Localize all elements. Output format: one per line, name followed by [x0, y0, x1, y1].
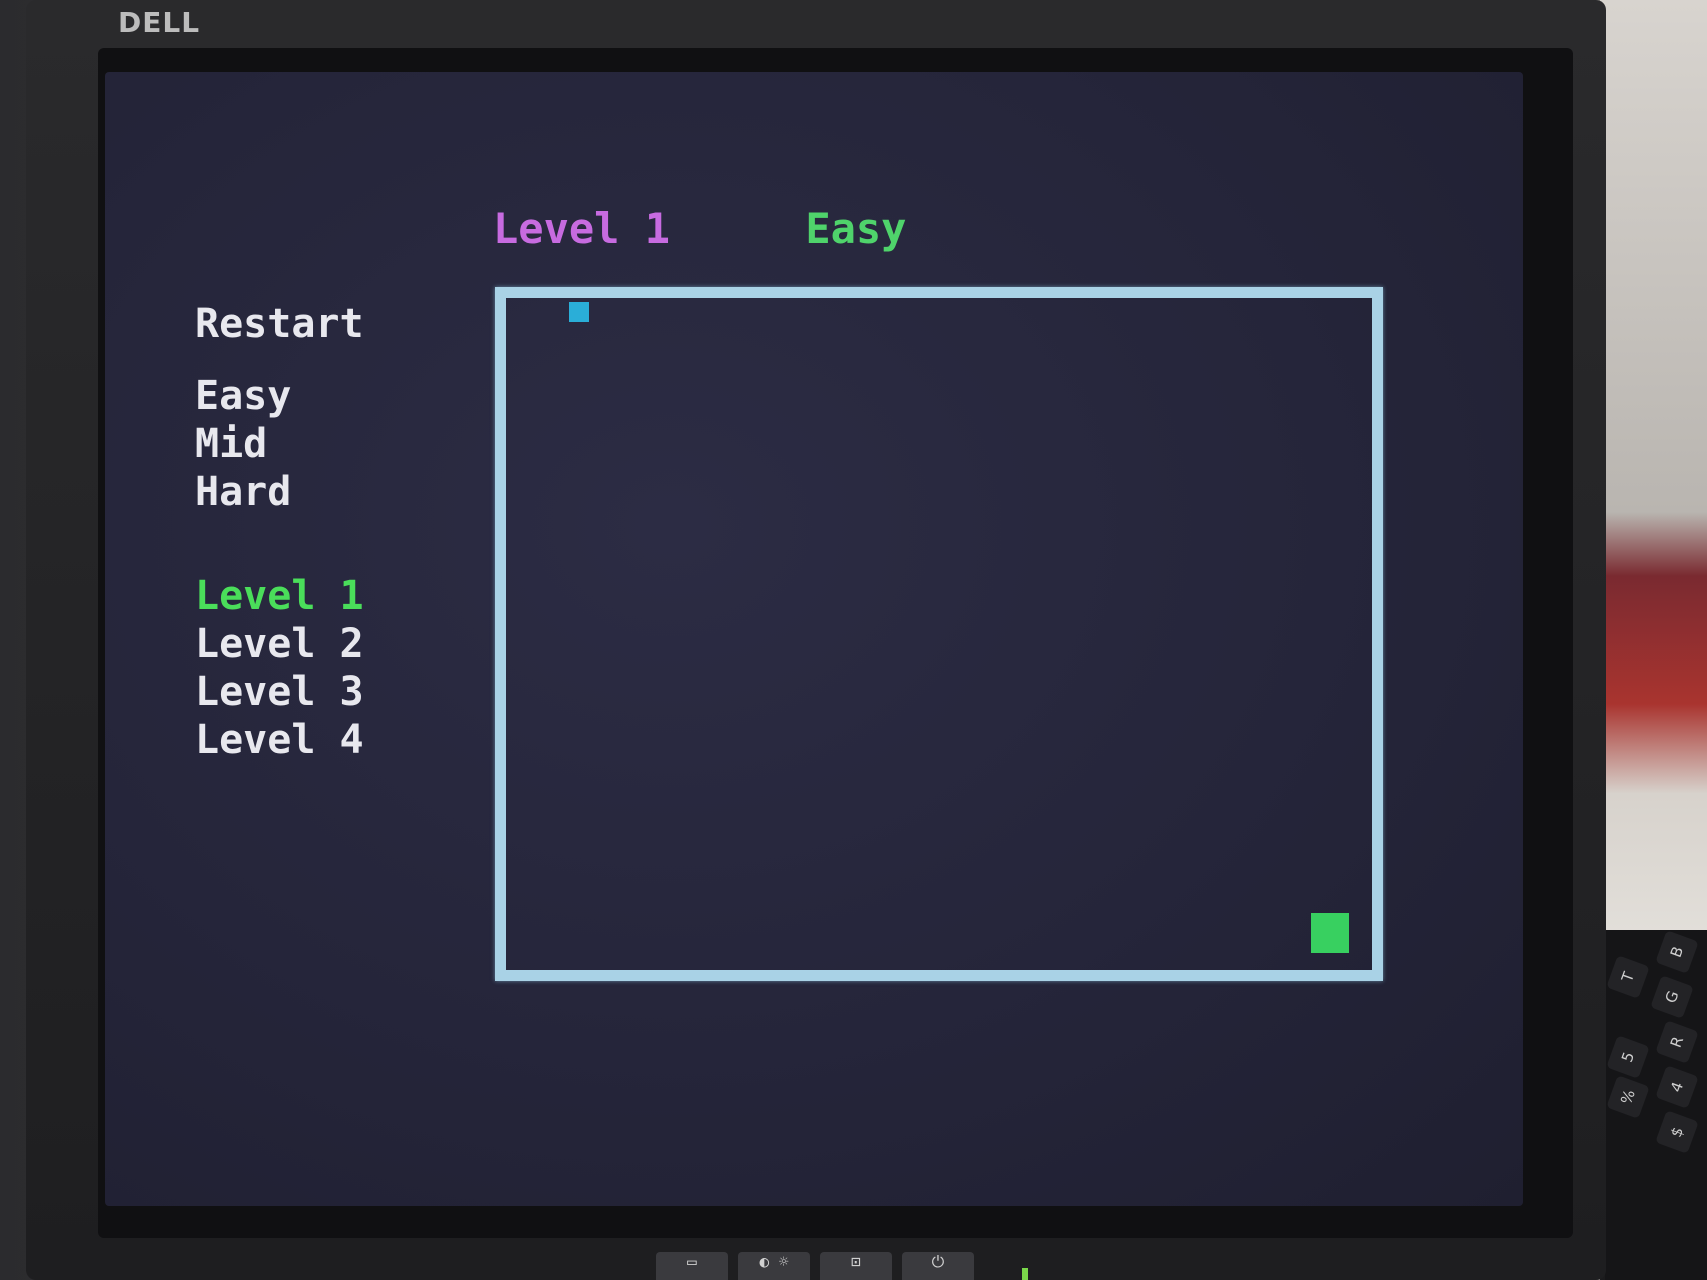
game-menu: Restart Easy Mid Hard Level 1 Level 2 Le… — [195, 300, 364, 764]
restart-button[interactable]: Restart — [195, 300, 364, 348]
level-3-button[interactable]: Level 3 — [195, 668, 364, 716]
contrast-icon[interactable]: ◐ ☼ — [738, 1252, 810, 1280]
keyboard-key: 5 — [1606, 1035, 1650, 1079]
level-2-button[interactable]: Level 2 — [195, 620, 364, 668]
monitor-control-buttons: ▭ ◐ ☼ ⊡ ⏻ — [656, 1252, 986, 1280]
input-source-icon[interactable]: ⊡ — [820, 1252, 892, 1280]
monitor-brand-logo: DELL — [118, 6, 201, 39]
menu-spacer — [195, 516, 364, 572]
menu-icon[interactable]: ▭ — [656, 1252, 728, 1280]
menu-spacer — [195, 348, 364, 372]
keyboard-key: G — [1650, 975, 1694, 1019]
power-led — [1022, 1268, 1028, 1280]
game-hud: Level 1 Easy — [493, 204, 906, 253]
player-square — [569, 302, 589, 322]
keyboard-key: $ — [1655, 1110, 1699, 1154]
difficulty-easy-button[interactable]: Easy — [195, 372, 364, 420]
keyboard-key: 4 — [1655, 1065, 1699, 1109]
keyboard-key: % — [1606, 1075, 1650, 1119]
game-arena[interactable] — [495, 287, 1383, 981]
power-icon[interactable]: ⏻ — [902, 1252, 974, 1280]
goal-square — [1311, 913, 1349, 953]
difficulty-mid-button[interactable]: Mid — [195, 420, 364, 468]
difficulty-hard-button[interactable]: Hard — [195, 468, 364, 516]
level-1-button[interactable]: Level 1 — [195, 572, 364, 620]
current-difficulty-label: Easy — [805, 204, 907, 253]
keyboard: B G T 5 % R 4 $ — [1605, 930, 1707, 1280]
keyboard-key: T — [1606, 955, 1650, 999]
current-level-label: Level 1 — [493, 204, 671, 253]
keyboard-key: B — [1655, 930, 1699, 974]
game-screen: Level 1 Easy Restart Easy Mid Hard Level… — [105, 72, 1523, 1206]
level-4-button[interactable]: Level 4 — [195, 716, 364, 764]
keyboard-key: R — [1655, 1020, 1699, 1064]
